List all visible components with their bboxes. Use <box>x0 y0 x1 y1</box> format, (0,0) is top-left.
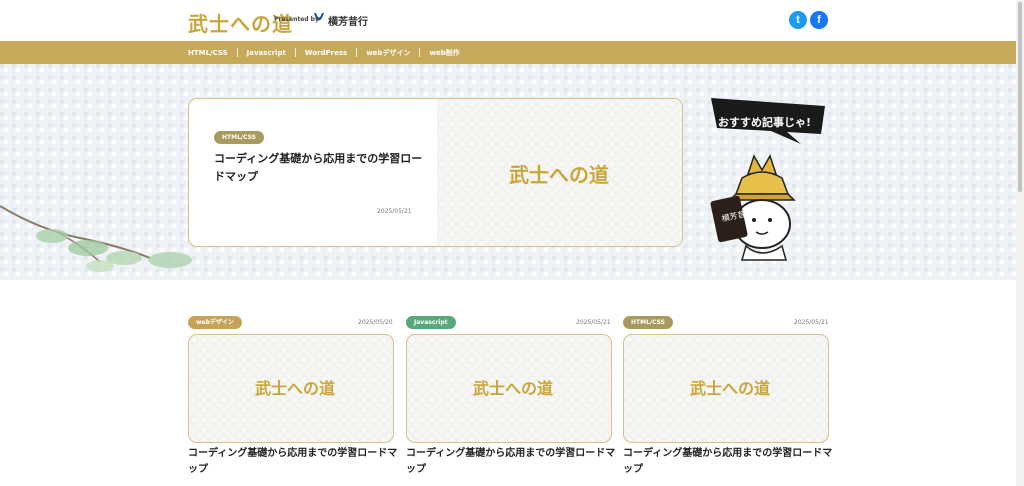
card-title[interactable]: コーディング基礎から応用までの学習ロードマップ <box>406 446 616 478</box>
nav-divider <box>294 48 296 57</box>
card-category-badge[interactable]: HTML/CSS <box>623 316 673 329</box>
thumbnail-logo: 武士への道 <box>690 379 771 398</box>
nav-item-html-css[interactable]: HTML/CSS <box>188 49 228 57</box>
featured-category-badge[interactable]: HTML/CSS <box>214 131 264 144</box>
thumbnail-logo: 武士への道 <box>509 163 609 187</box>
site-header: 武士への道 Presented by 横芳昔行 t f <box>0 0 1016 41</box>
thumbnail-logo: 武士への道 <box>473 379 554 398</box>
samurai-mascot-illustration: 横芳昔行 <box>710 154 796 261</box>
card-thumbnail[interactable]: 武士への道 <box>406 334 612 443</box>
recommend-bubble-text: おすすめ記事じゃ! <box>718 116 812 129</box>
card-date: 2025/05/20 <box>358 319 393 326</box>
card-category-badge[interactable]: webデザイン <box>188 316 242 329</box>
nav-divider <box>356 48 358 57</box>
twitter-icon[interactable]: t <box>789 11 807 29</box>
card-date: 2025/05/21 <box>576 319 611 326</box>
facebook-icon[interactable]: f <box>810 11 828 29</box>
pine-branch-decoration <box>0 205 192 272</box>
featured-article-thumbnail[interactable]: 武士への道 <box>437 99 682 246</box>
nav-divider <box>236 48 238 57</box>
featured-article-date: 2025/05/21 <box>377 208 412 215</box>
featured-article-title[interactable]: コーディング基礎から応用までの学習ロードマップ <box>214 150 424 186</box>
nav-item-web-production[interactable]: web制作 <box>429 48 459 58</box>
nav-item-wordpress[interactable]: WordPress <box>305 49 347 57</box>
nav-divider <box>419 48 421 57</box>
brand-mark-icon <box>314 13 324 21</box>
thumbnail-logo: 武士への道 <box>255 379 336 398</box>
card-date: 2025/05/21 <box>794 319 829 326</box>
card-title[interactable]: コーディング基礎から応用までの学習ロードマップ <box>623 446 833 478</box>
card-thumbnail[interactable]: 武士への道 <box>188 334 394 443</box>
card-thumbnail[interactable]: 武士への道 <box>623 334 829 443</box>
nav-item-web-design[interactable]: webデザイン <box>366 48 410 58</box>
brand-name[interactable]: 横芳昔行 <box>328 13 368 28</box>
scrollbar-thumb[interactable] <box>1018 2 1022 192</box>
card-category-badge[interactable]: Javascript <box>406 316 456 329</box>
nav-item-javascript[interactable]: Javascript <box>247 49 286 57</box>
card-title[interactable]: コーディング基礎から応用までの学習ロードマップ <box>188 446 398 478</box>
global-nav: HTML/CSS Javascript WordPress webデザイン we… <box>0 41 1016 64</box>
